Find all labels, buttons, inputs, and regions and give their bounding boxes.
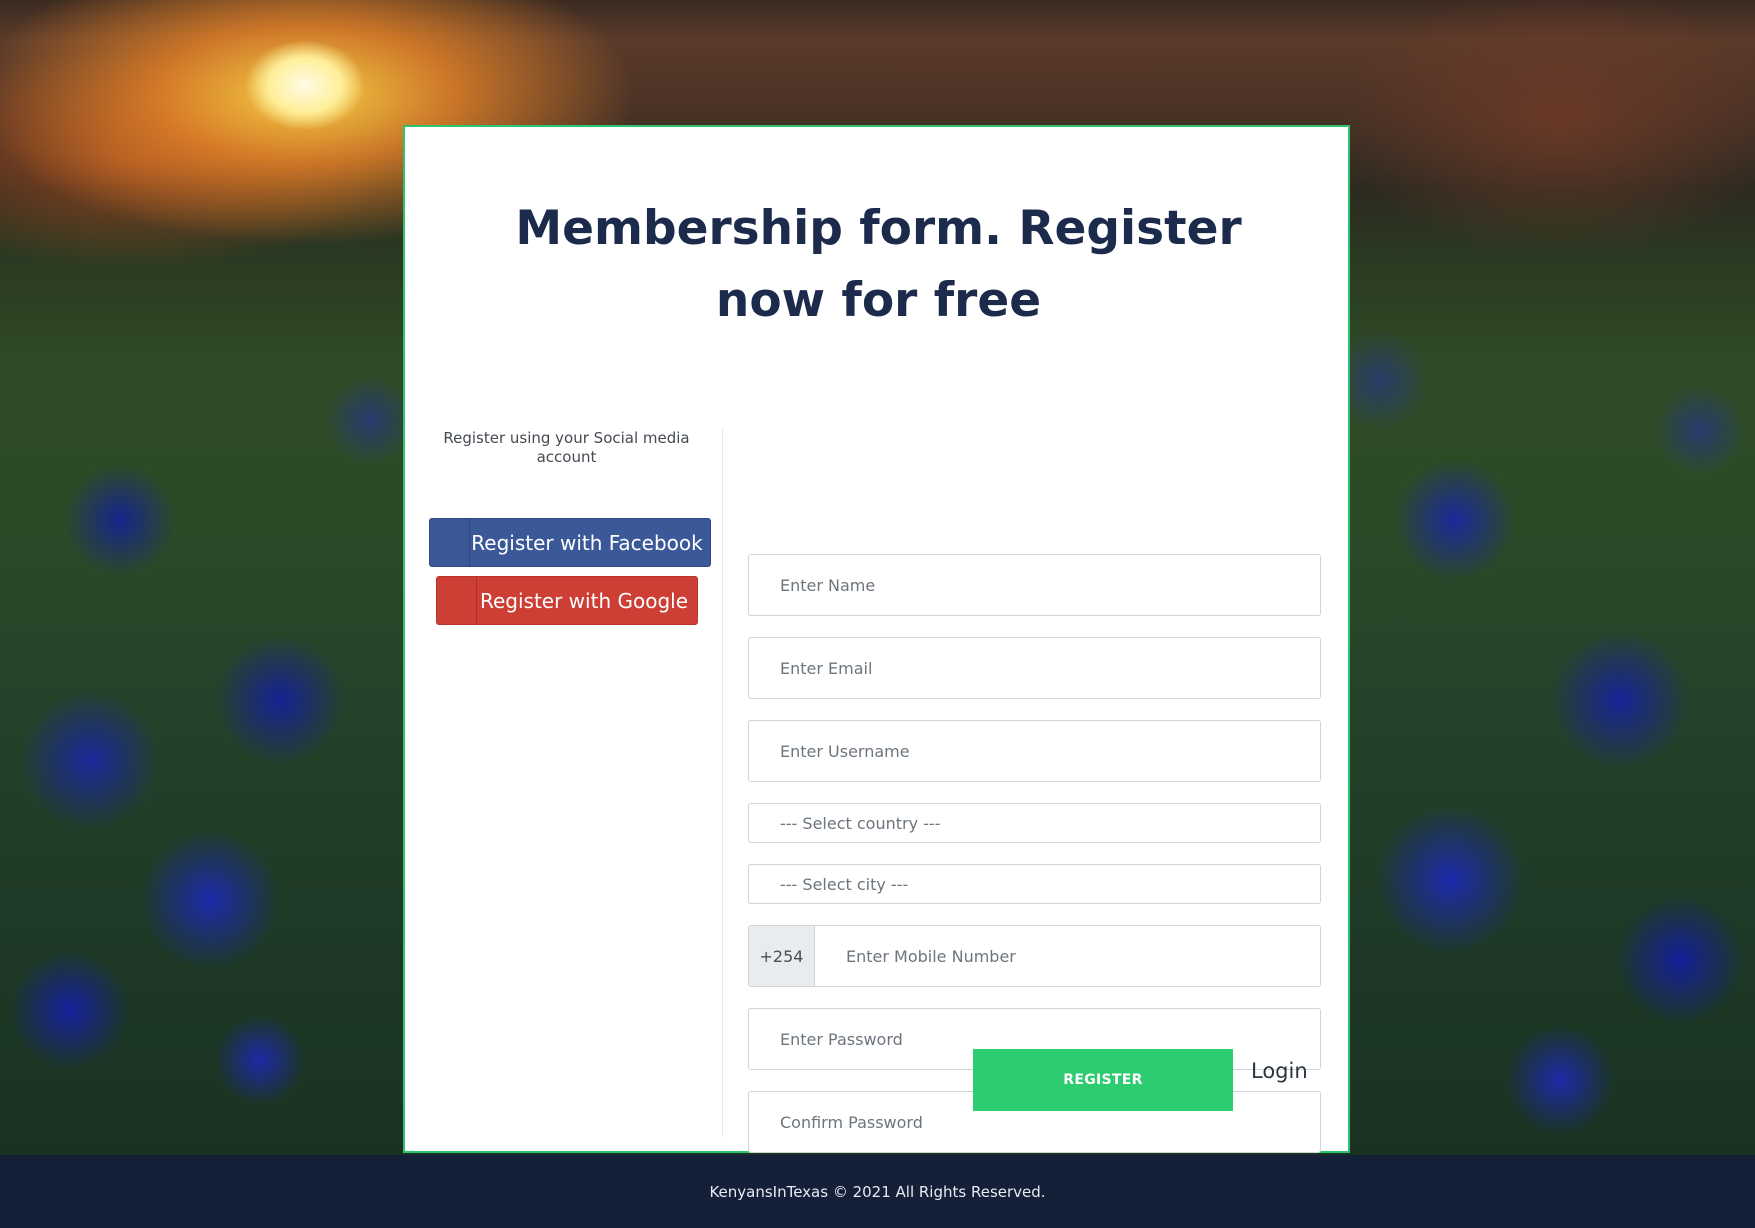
google-icon (437, 577, 477, 624)
email-field (748, 637, 1321, 699)
google-button-label: Register with Google (479, 588, 689, 613)
name-input[interactable] (749, 555, 1320, 615)
name-field (748, 554, 1321, 616)
country-code-prefix: +254 (749, 926, 815, 986)
country-select[interactable]: --- Select country --- (748, 803, 1321, 843)
mobile-number-input[interactable] (815, 926, 1320, 986)
email-input[interactable] (749, 638, 1320, 698)
username-input[interactable] (749, 721, 1320, 781)
facebook-button-label: Register with Facebook (471, 530, 703, 555)
register-button[interactable]: REGISTER (973, 1049, 1233, 1111)
membership-form-card: Membership form. Register now for free R… (403, 125, 1350, 1153)
city-select-value: --- Select city --- (780, 874, 909, 894)
column-divider (722, 429, 723, 1137)
social-register-caption: Register using your Social media account (443, 429, 690, 466)
copyright-text: KenyansInTexas © 2021 All Rights Reserve… (709, 1182, 1046, 1201)
facebook-icon (430, 519, 470, 566)
login-link[interactable]: Login (1251, 1059, 1308, 1083)
city-select[interactable]: --- Select city --- (748, 864, 1321, 904)
username-field (748, 720, 1321, 782)
mobile-number-field: +254 (748, 925, 1321, 987)
social-register-section: Register using your Social media account (425, 429, 708, 467)
register-with-google-button[interactable]: Register with Google (436, 576, 698, 625)
footer: KenyansInTexas © 2021 All Rights Reserve… (0, 1155, 1755, 1228)
page: Membership form. Register now for free R… (0, 0, 1755, 1228)
form-title: Membership form. Register now for free (515, 201, 1242, 328)
country-select-value: --- Select country --- (780, 813, 941, 833)
register-with-facebook-button[interactable]: Register with Facebook (429, 518, 711, 567)
